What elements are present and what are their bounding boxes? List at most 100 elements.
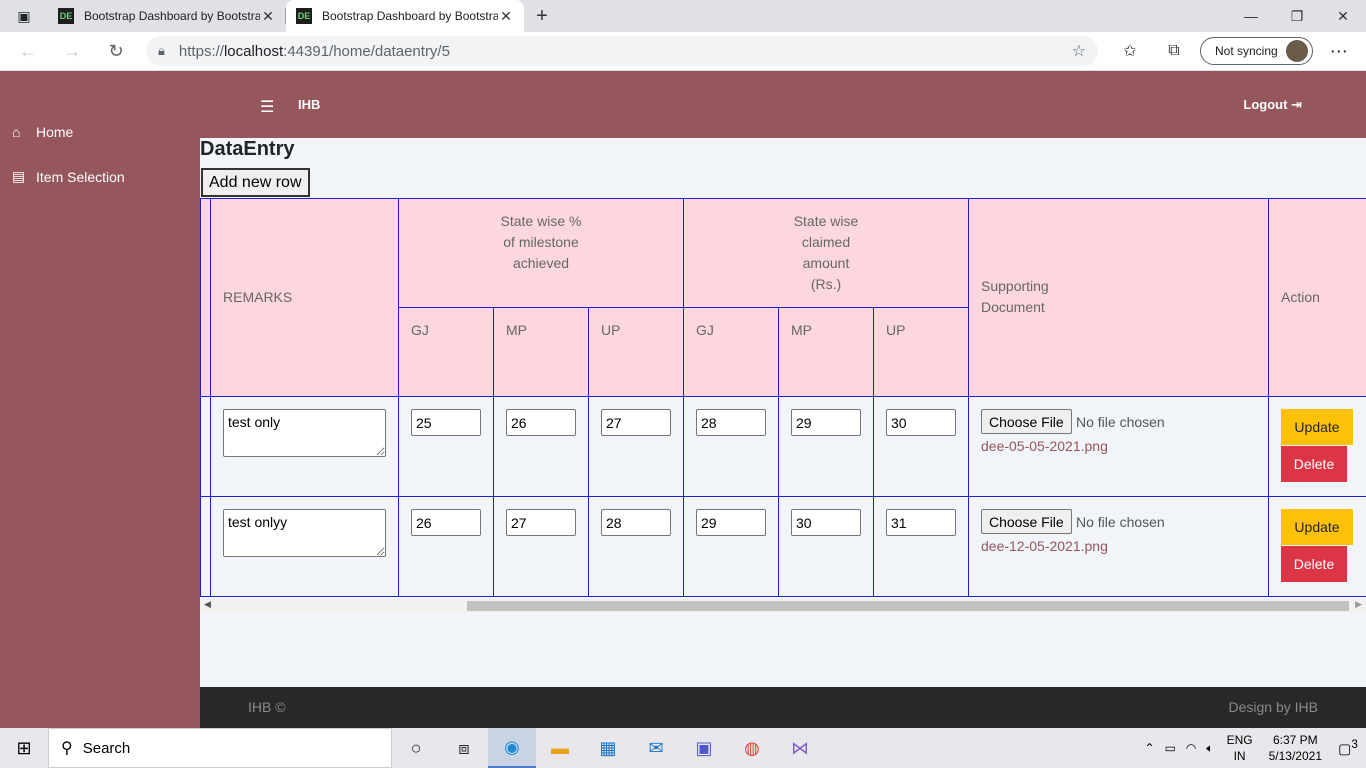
amt-up-input[interactable] — [886, 509, 956, 536]
choose-file-button[interactable]: Choose File — [981, 409, 1072, 434]
header-state-label: GJ — [696, 322, 714, 338]
header-state-label: UP — [886, 322, 906, 338]
edge-icon[interactable]: ◉ — [488, 728, 536, 768]
document-link[interactable]: dee-12-05-2021.png — [981, 538, 1108, 554]
teams-icon[interactable]: ▣ — [680, 728, 728, 768]
window-controls: — ❐ ✕ — [1228, 0, 1366, 32]
delete-button[interactable]: Delete — [1281, 546, 1347, 582]
tab-actions-icon[interactable]: ▣ — [0, 0, 48, 32]
more-options-icon[interactable]: ⋯ — [1319, 41, 1359, 62]
notifications-icon[interactable]: ▢3 — [1330, 738, 1366, 758]
header-supporting-document: Supporting Document — [968, 198, 1269, 397]
add-favorite-icon[interactable]: ☆ — [1072, 41, 1086, 61]
pct-mp-input[interactable] — [506, 509, 576, 536]
close-icon[interactable]: ✕ — [498, 8, 514, 25]
visual-studio-icon[interactable]: ⋈ — [776, 728, 824, 768]
remarks-textarea[interactable]: test onlyy — [223, 509, 386, 557]
footer-credit: Design by IHB — [1228, 699, 1318, 715]
pct-up-input[interactable] — [601, 509, 671, 536]
sync-label: Not syncing — [1215, 44, 1278, 58]
amt-mp-input[interactable] — [791, 509, 861, 536]
amt-mp-input[interactable] — [791, 409, 861, 436]
header-state-label: MP — [791, 322, 812, 338]
hamburger-menu-icon[interactable]: ☰ — [260, 97, 274, 117]
remarks-textarea[interactable]: test only — [223, 409, 386, 457]
profile-sync-button[interactable]: Not syncing — [1200, 37, 1313, 65]
header-pct-up: UP — [588, 307, 684, 397]
main-content: DataEntry Add new row REMARKS State wise… — [200, 138, 1366, 687]
logout-label: Logout — [1243, 97, 1288, 112]
collections-icon[interactable]: ⧉ — [1152, 42, 1196, 60]
header-pct-gj: GJ — [398, 307, 494, 397]
amt-up-input[interactable] — [886, 409, 956, 436]
header-action: Action — [1268, 198, 1366, 397]
update-button[interactable]: Update — [1281, 509, 1353, 545]
restore-icon[interactable]: ❐ — [1274, 0, 1320, 32]
header-amt-line: (Rs.) — [810, 276, 842, 292]
chevron-up-icon[interactable]: ⌃ — [1140, 741, 1160, 755]
reload-icon[interactable]: ↻ — [94, 41, 138, 62]
back-icon[interactable]: ← — [6, 41, 50, 62]
app-topbar: ☰ IHB Logout ⇥ — [200, 71, 1366, 138]
store-icon[interactable]: ▦ — [584, 728, 632, 768]
favorites-icon[interactable]: ✩ — [1108, 41, 1152, 61]
header-supporting-line: Document — [981, 299, 1045, 315]
browser-tab-2[interactable]: DE Bootstrap Dashboard by Bootstrap ✕ — [286, 0, 524, 32]
wifi-icon[interactable]: ◠ — [1181, 741, 1201, 755]
file-explorer-icon[interactable]: ▬ — [536, 728, 584, 768]
sidebar-item-home[interactable]: ⌂ Home — [0, 109, 200, 154]
delete-button[interactable]: Delete — [1281, 446, 1347, 482]
task-view-icon[interactable]: ⧈ — [440, 728, 488, 768]
chrome-icon[interactable]: ◍ — [728, 728, 776, 768]
header-amt-group: State wise claimed amount (Rs.) — [683, 198, 969, 308]
scroll-left-icon[interactable]: ◀ — [204, 599, 211, 610]
volume-icon[interactable]: 🔈︎ — [1201, 741, 1218, 756]
scroll-right-icon[interactable]: ▶ — [1355, 599, 1362, 610]
header-remarks-label: REMARKS — [223, 289, 293, 305]
url-input[interactable]: 🔒︎ https://localhost:44391/home/dataentr… — [146, 36, 1098, 66]
file-status: No file chosen — [1076, 514, 1165, 530]
header-action-label: Action — [1281, 289, 1320, 305]
pct-gj-input[interactable] — [411, 509, 481, 536]
browser-tab-1[interactable]: DE Bootstrap Dashboard by Bootstrap ✕ — [48, 0, 286, 32]
pct-gj-input[interactable] — [411, 409, 481, 436]
add-new-row-button[interactable]: Add new row — [201, 168, 310, 197]
header-state-label: UP — [601, 322, 621, 338]
table-cell — [873, 396, 969, 497]
scrollbar-thumb[interactable] — [467, 601, 1349, 611]
pct-mp-input[interactable] — [506, 409, 576, 436]
data-entry-table: REMARKS State wise % of milestone achiev… — [200, 198, 1366, 598]
amt-gj-input[interactable] — [696, 509, 766, 536]
table-cell — [493, 496, 589, 597]
new-tab-button[interactable]: + — [524, 0, 560, 32]
update-button[interactable]: Update — [1281, 409, 1353, 445]
header-amt-gj: GJ — [683, 307, 779, 397]
horizontal-scrollbar[interactable]: ◀ ▶ — [200, 598, 1366, 613]
pct-up-input[interactable] — [601, 409, 671, 436]
window-close-icon[interactable]: ✕ — [1320, 0, 1366, 32]
taskbar-search[interactable]: ⚲ Search — [48, 728, 392, 768]
amt-gj-input[interactable] — [696, 409, 766, 436]
system-tray: ⌃ ▭ ◠ 🔈︎ ENG IN 6:37 PM 5/13/2021 ▢3 — [1140, 728, 1366, 768]
logout-link[interactable]: Logout ⇥ — [1243, 97, 1302, 113]
choose-file-button[interactable]: Choose File — [981, 509, 1072, 534]
table-cell — [778, 496, 874, 597]
header-amt-line: claimed — [801, 234, 851, 250]
table-row: test only — [210, 396, 399, 497]
windows-start-icon[interactable]: ⊞ — [0, 728, 48, 768]
forward-icon[interactable]: → — [50, 41, 94, 62]
table-cell — [398, 496, 494, 597]
mail-icon[interactable]: ✉ — [632, 728, 680, 768]
cortana-icon[interactable]: ○ — [392, 728, 440, 768]
battery-icon[interactable]: ▭ — [1160, 741, 1181, 755]
language-indicator[interactable]: ENG IN — [1219, 732, 1261, 764]
close-icon[interactable]: ✕ — [260, 8, 276, 25]
brand-link[interactable]: IHB — [298, 97, 320, 112]
document-link[interactable]: dee-05-05-2021.png — [981, 438, 1108, 454]
clock[interactable]: 6:37 PM 5/13/2021 — [1261, 732, 1330, 764]
minimize-icon[interactable]: — — [1228, 0, 1274, 32]
search-icon: ⚲ — [61, 740, 73, 757]
sidebar-item-item-selection[interactable]: ▤ Item Selection — [0, 154, 200, 199]
header-supporting-line: Supporting — [981, 278, 1049, 294]
table-cell — [778, 396, 874, 497]
